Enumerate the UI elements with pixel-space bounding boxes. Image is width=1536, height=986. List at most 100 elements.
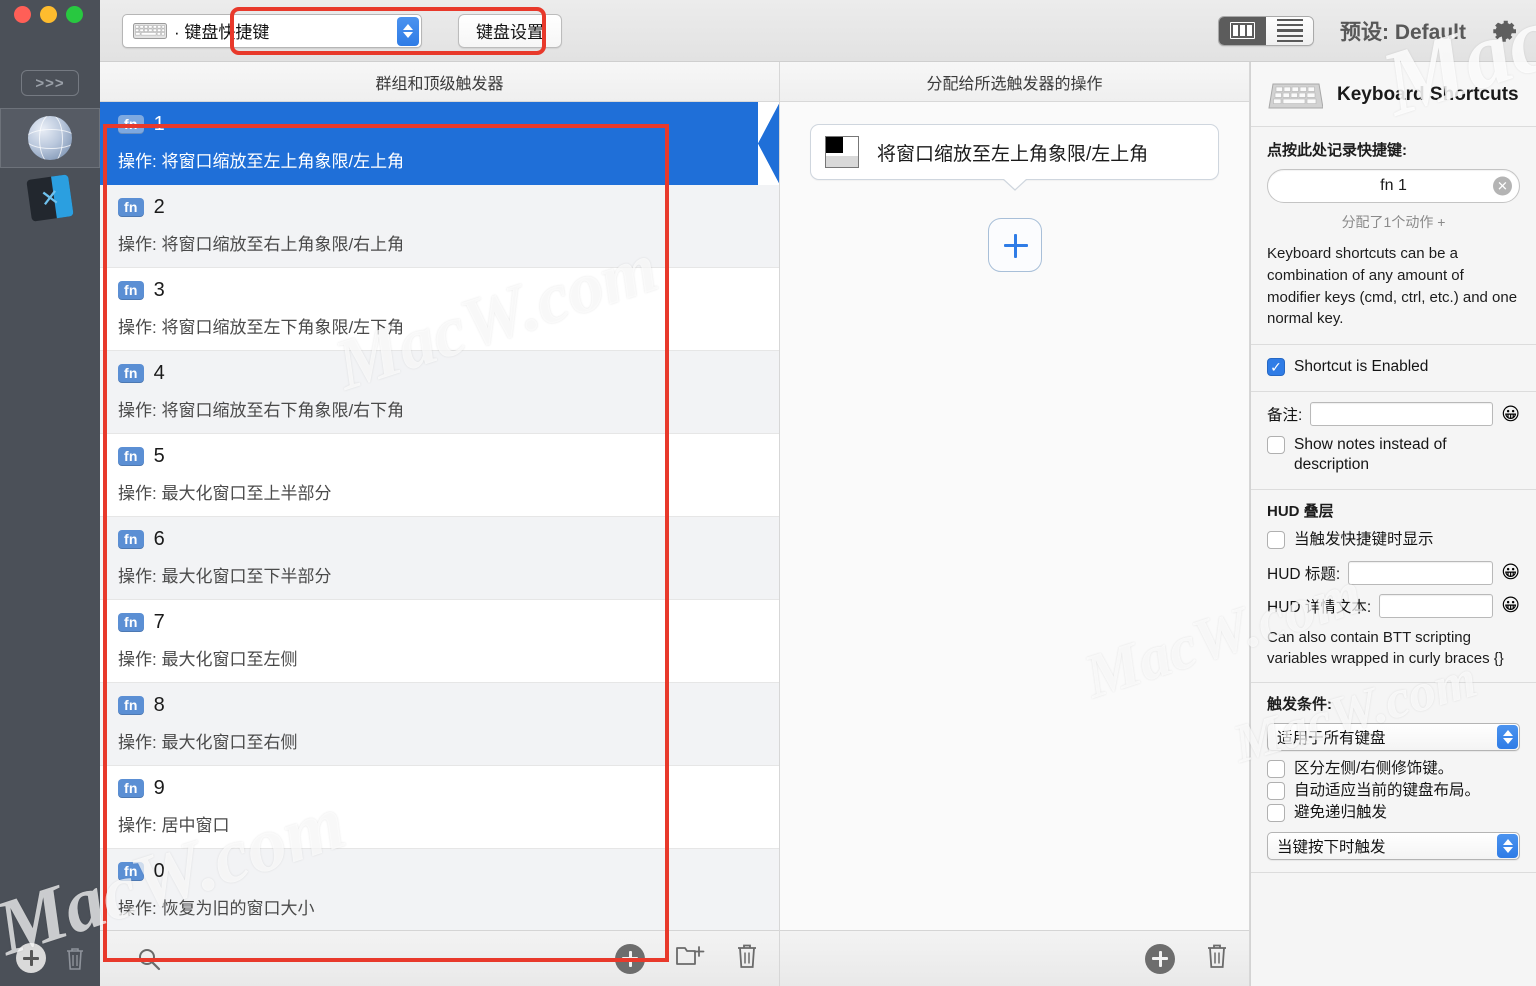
table-row[interactable]: fn 8 操作: 最大化窗口至右侧 [100,683,779,766]
show-notes-label: Show notes instead of description [1294,436,1447,474]
rail-expand-button[interactable]: >>> [21,70,79,96]
adapt-layout-row[interactable]: 自动适应当前的键盘布局。 [1267,781,1520,801]
columns-view-icon[interactable] [1219,16,1266,45]
trigger-list[interactable]: fn 1 操作: 将窗口缩放至左上角象限/左上角 fn 2 操作: 将窗口缩放至右上角象限… [100,102,779,930]
table-row[interactable]: fn 2 操作: 将窗口缩放至右上角象限/右上角 [100,185,779,268]
popup-stepper[interactable] [397,16,419,46]
table-row[interactable]: fn 9 操作: 居中窗口 [100,766,779,849]
shortcut-description: Keyboard shortcuts can be a combination … [1267,245,1518,328]
table-row[interactable]: fn 0 操作: 恢复为旧的窗口大小 [100,849,779,930]
delete-action-button[interactable] [1205,942,1229,975]
shortcut-enabled-row[interactable]: Shortcut is Enabled [1267,357,1520,377]
trigger-key-label: 7 [153,611,165,633]
table-row[interactable]: fn 1 操作: 将窗口缩放至左上角象限/左上角 [100,102,779,185]
assigned-count-label[interactable]: 分配了1个动作 + [1267,212,1520,232]
trigger-action-label: 操作: 最大化窗口至下半部分 [118,567,332,586]
btt-window: · 键盘快捷键 键盘设置 预设: Default >>> ✕ 群组和顶级触发器 … [0,0,1536,986]
minimize-button[interactable] [40,5,57,23]
trigger-type-value: · 键盘快捷键 [174,23,270,42]
trigger-action-label: 操作: 将窗口缩放至右上角象限/右上角 [118,235,405,254]
add-trigger-button[interactable] [615,943,645,974]
distinguish-modifiers-row[interactable]: 区分左侧/右侧修饰键。 [1267,759,1520,779]
clear-shortcut-icon[interactable]: ✕ [1493,176,1512,196]
zoom-button[interactable] [66,5,83,23]
modifier-key-badge: fn [118,198,144,217]
globe-glyph [28,116,72,160]
hud-hint: Can also contain BTT scripting variables… [1267,628,1504,668]
view-mode-segmented[interactable] [1218,15,1314,46]
modifier-key-badge: fn [118,530,144,549]
trigger-timing-stepper[interactable] [1497,834,1518,859]
search-icon[interactable] [136,946,162,972]
distinguish-modifiers-checkbox[interactable] [1267,760,1285,779]
modifier-key-badge: fn [118,613,144,632]
trigger-action-label: 操作: 将窗口缩放至右下角象限/右下角 [118,401,405,420]
trigger-type-popup[interactable]: · 键盘快捷键 [122,13,422,48]
table-row[interactable]: fn 6 操作: 最大化窗口至下半部分 [100,517,779,600]
trigger-timing-value: 当键按下时触发 [1277,839,1386,857]
hud-detail-input[interactable] [1379,593,1494,618]
show-notes-checkbox[interactable] [1267,436,1285,455]
modifier-key-badge: fn [118,447,144,466]
preset-label: 预设: Default [1340,20,1466,44]
trigger-timing-select[interactable]: 当键按下时触发 [1267,832,1520,861]
adapt-layout-label: 自动适应当前的键盘布局。 [1294,782,1481,800]
triggers-column: 群组和顶级触发器 fn 1 操作: 将窗口缩放至左上角象限/左上角 fn 2 操作: 将窗… [100,62,780,986]
add-app-button[interactable] [16,943,46,973]
add-action-footer-button[interactable] [1145,943,1175,974]
avoid-recursion-row[interactable]: 避免递归触发 [1267,803,1520,823]
record-shortcut-input[interactable]: fn 1 ✕ [1267,169,1520,203]
triggers-footer [100,930,779,986]
shortcut-enabled-checkbox[interactable] [1267,358,1285,376]
modifier-key-badge: fn [118,281,144,300]
app-rail: >>> ✕ [0,62,100,986]
avoid-recursion-checkbox[interactable] [1267,804,1285,823]
trigger-action-label: 操作: 最大化窗口至左侧 [118,650,298,669]
table-row[interactable]: fn 3 操作: 将窗口缩放至左下角象限/左下角 [100,268,779,351]
table-row[interactable]: fn 4 操作: 将窗口缩放至右下角象限/右下角 [100,351,779,434]
notes-row: 备注: 😀 [1267,402,1520,427]
traffic-lights [0,0,100,62]
globe-app-icon[interactable] [0,108,100,168]
table-row[interactable]: fn 7 操作: 最大化窗口至左侧 [100,600,779,683]
add-action-button[interactable] [987,218,1042,272]
delete-app-button[interactable] [64,945,86,971]
emoji-picker-icon[interactable]: 😀 [1501,404,1520,425]
card-connector [1001,177,1028,191]
keyboard-icon [1267,78,1324,112]
gear-icon[interactable] [1492,18,1518,44]
actions-column: 分配给所选触发器的操作 将窗口缩放至左上角象限/左上角 [780,62,1250,986]
notes-section: 备注: 😀 Show notes instead of description [1251,392,1536,491]
list-view-icon[interactable] [1266,16,1313,45]
emoji-picker-icon[interactable]: 😀 [1501,595,1520,616]
trigger-action-label: 操作: 将窗口缩放至左上角象限/左上角 [118,152,405,171]
hud-detail-label: HUD 详情文本: [1267,598,1372,616]
show-notes-row[interactable]: Show notes instead of description [1267,435,1520,475]
trigger-key-label: 1 [153,113,165,135]
trigger-key-label: 9 [153,777,165,799]
delete-trigger-button[interactable] [735,942,759,975]
record-shortcut-section: 点按此处记录快捷键: fn 1 ✕ 分配了1个动作 + Keyboard sho… [1251,127,1536,345]
new-group-button[interactable] [675,943,705,974]
trigger-action-label: 操作: 居中窗口 [118,816,230,835]
adapt-layout-checkbox[interactable] [1267,782,1285,801]
keyboard-settings-button[interactable]: 键盘设置 [458,13,562,48]
actions-footer [780,930,1249,986]
hud-title-input[interactable] [1348,560,1494,585]
keyboard-scope-stepper[interactable] [1497,725,1518,750]
close-button[interactable] [14,5,31,23]
rail-footer [0,930,100,986]
emoji-picker-icon[interactable]: 😀 [1501,562,1520,583]
titlebar: · 键盘快捷键 键盘设置 预设: Default [0,0,1536,62]
table-row[interactable]: fn 5 操作: 最大化窗口至上半部分 [100,434,779,517]
notes-input[interactable] [1310,402,1494,427]
selection-notch [758,102,779,185]
vscode-app-icon[interactable]: ✕ [0,168,100,228]
keyboard-scope-select[interactable]: 适用于所有键盘 [1267,723,1520,752]
toolbar: · 键盘快捷键 键盘设置 预设: Default [100,0,1536,62]
hud-show-checkbox[interactable] [1267,531,1285,550]
modifier-key-badge: fn [118,115,144,134]
hud-show-row[interactable]: 当触发快捷键时显示 [1267,530,1520,550]
assigned-action-card[interactable]: 将窗口缩放至左上角象限/左上角 [810,124,1219,191]
trigger-key-label: 3 [153,279,165,301]
